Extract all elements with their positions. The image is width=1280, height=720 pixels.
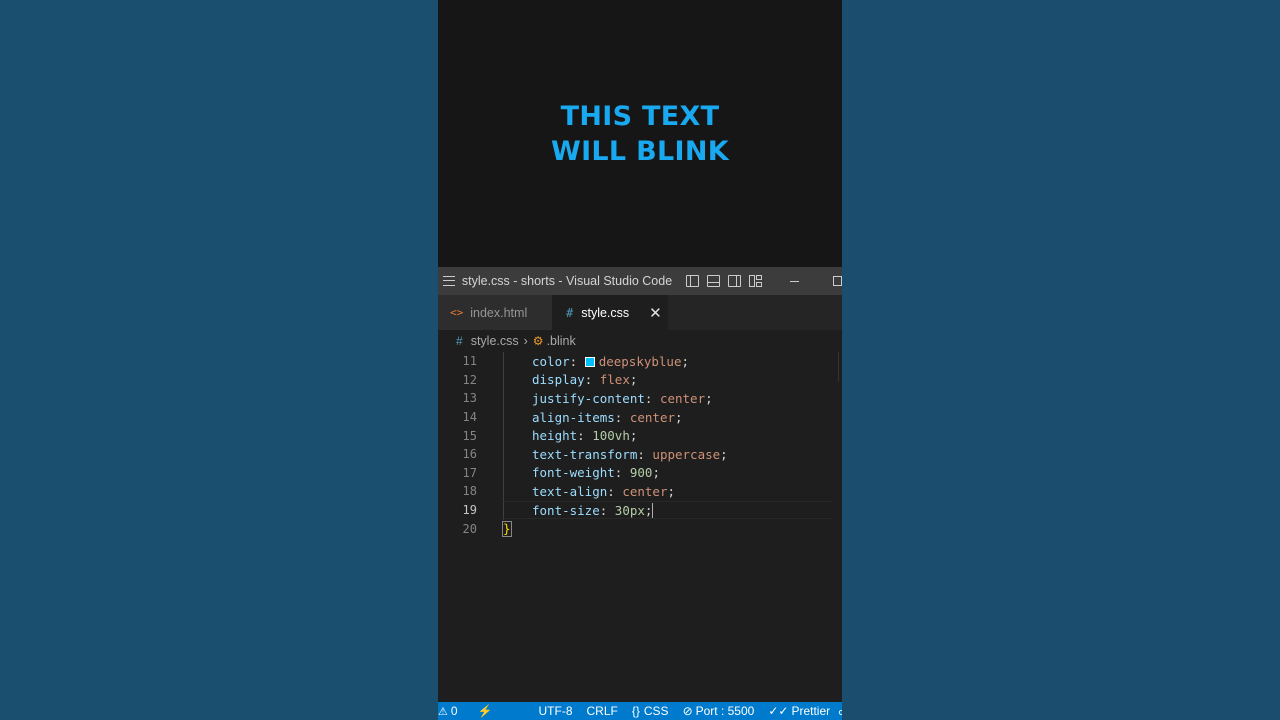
breadcrumb-file[interactable]: style.css [471,334,519,348]
background-left [0,0,438,720]
code-line: 16 text-transform: uppercase; [438,445,842,464]
hamburger-icon [443,276,456,286]
code-editor[interactable]: 11 color: deepskyblue; 12 display: flex;… [438,352,842,702]
line-number: 19 [462,503,477,518]
feedback-icon[interactable]: ☍ [838,704,842,718]
css-property: display [532,372,585,388]
eol-button[interactable]: CRLF [587,704,618,718]
line-number: 16 [462,447,477,462]
blink-text: THIS TEXT WILL BLINK [551,99,729,169]
close-icon[interactable]: ✕ [649,304,662,322]
editor-tabs: <> index.html # style.css ✕ [438,295,842,330]
css-value: 100vh [592,428,630,444]
tab-label: index.html [470,305,528,320]
video-frame: THIS TEXT WILL BLINK style.css - shorts … [438,0,842,720]
line-number: 14 [462,410,477,425]
warning-icon: ⚠ [438,705,448,718]
language-mode-button[interactable]: {} CSS [632,704,669,718]
css-value: center [622,483,668,499]
line-number: 17 [462,465,477,480]
css-property: text-align [532,483,608,499]
css-property: color [532,353,570,369]
language-label: CSS [643,704,669,718]
line-number: 13 [462,391,477,406]
css-selector-icon: ⚙ [532,334,544,348]
code-line: 17 font-weight: 900; [438,464,842,483]
css-property: font-weight [532,465,615,481]
code-line: 14 align-items: center; [438,408,842,427]
port-label: Port : 5500 [695,704,755,718]
code-line: 15 height: 100vh; [438,426,842,445]
tab-style-css[interactable]: # style.css ✕ [552,295,668,330]
css-value: flex [599,372,630,388]
customize-layout-icon[interactable] [749,275,763,287]
toggle-panel-icon[interactable] [707,275,721,287]
blink-text-line2: WILL BLINK [551,135,729,167]
text-cursor [652,502,654,518]
line-number: 11 [462,354,477,369]
css-value: 30px [614,502,645,518]
css-property: align-items [532,409,615,425]
code-line: 20 } [438,519,842,538]
menu-button[interactable] [438,267,461,295]
prettier-label: Prettier [791,704,831,718]
live-server-button[interactable]: ⊘ Port : 5500 [683,704,755,718]
css-value: deepskyblue [598,353,682,369]
layout-controls [686,275,763,287]
minimize-icon[interactable] [790,280,799,282]
title-bar: style.css - shorts - Visual Studio Code [438,267,842,295]
prettier-button[interactable]: ✓✓ Prettier [768,704,830,718]
code-line: 13 justify-content: center; [438,389,842,408]
line-number: 20 [462,521,477,536]
maximize-icon[interactable] [832,276,842,286]
tab-index-html[interactable]: <> index.html [438,295,552,330]
css-property: font-size [532,502,600,518]
code-line: 18 text-align: center; [438,482,842,501]
double-check-icon: ✓✓ [768,704,789,718]
code-line: 11 color: deepskyblue; [438,352,842,371]
braces-icon: {} [631,704,640,718]
problems-count: 0 [450,704,458,718]
code-line-active: 19 font-size: 30px; [438,500,842,520]
color-swatch[interactable] [584,356,595,367]
closing-brace: } [502,520,512,537]
css-file-icon: # [566,305,574,320]
css-property: height [532,428,578,444]
live-share-icon[interactable]: ⚡ [478,704,493,718]
css-value: uppercase [652,446,721,462]
breadcrumb-symbol[interactable]: .blink [547,334,576,348]
line-number: 18 [462,484,477,499]
html-file-icon: <> [450,306,464,319]
css-property: justify-content [532,390,645,406]
toggle-primary-sidebar-icon[interactable] [686,275,700,287]
css-value: 900 [629,465,653,481]
css-value: center [629,409,676,425]
window-title: style.css - shorts - Visual Studio Code [461,274,673,288]
toggle-secondary-sidebar-icon[interactable] [728,275,742,287]
encoding-button[interactable]: UTF-8 [539,704,573,718]
line-number: 12 [462,372,477,387]
blink-text-line1: THIS TEXT [560,100,720,132]
chevron-right-icon: › [523,334,528,348]
line-number: 15 [462,428,477,443]
status-bar: ⚠ 0 ⚡ UTF-8 CRLF {} CSS ⊘ Port : 5500 ✓✓… [438,702,842,720]
browser-preview: THIS TEXT WILL BLINK [438,0,842,267]
css-file-icon: # [456,334,463,348]
tab-label: style.css [581,305,630,320]
css-value: center [659,390,706,406]
problems-indicator[interactable]: ⚠ 0 [438,704,458,718]
background-right [842,0,1280,720]
css-property: text-transform [532,446,638,462]
code-line: 12 display: flex; [438,371,842,390]
no-entry-icon: ⊘ [682,704,693,718]
breadcrumb: # style.css › ⚙ .blink [438,330,842,352]
